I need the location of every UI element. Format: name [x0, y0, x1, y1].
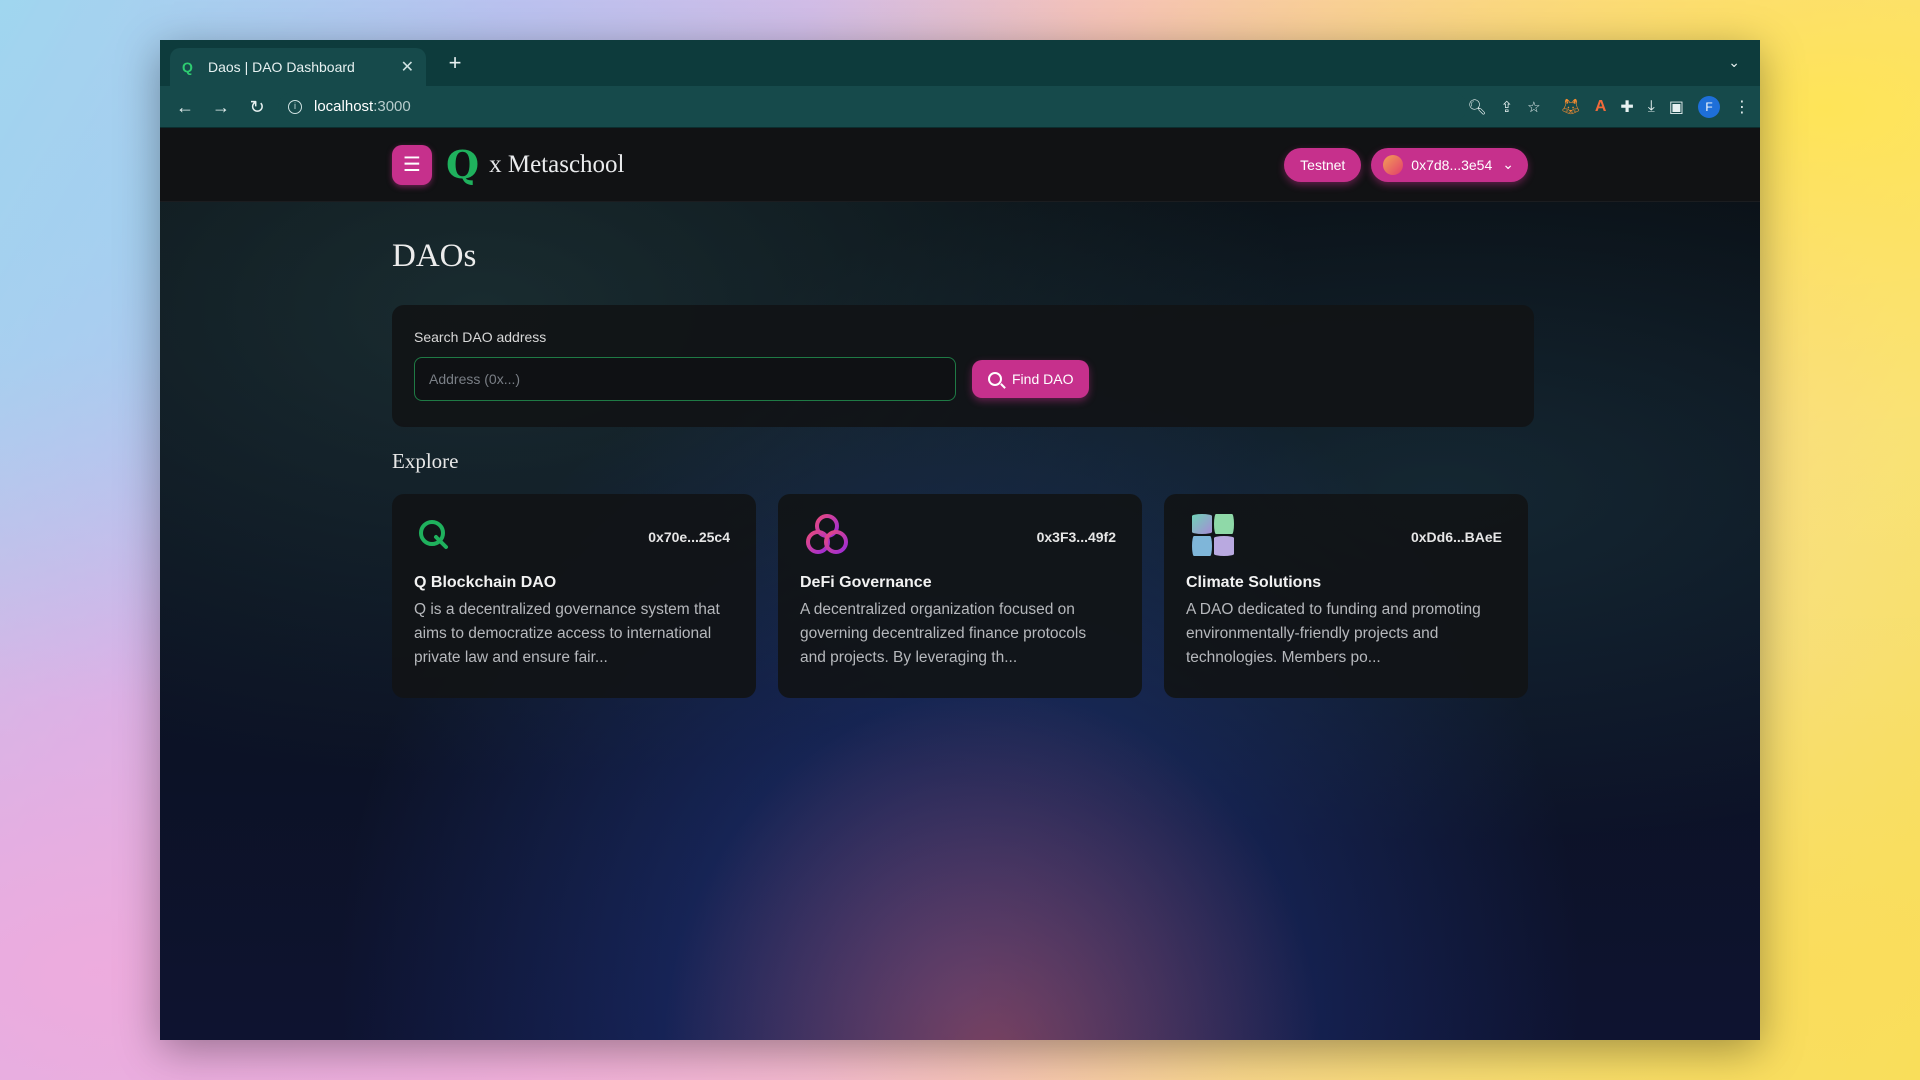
find-dao-label: Find DAO [1012, 371, 1074, 387]
dao-card[interactable]: 0xDd6...BAeE Climate Solutions A DAO ded… [1164, 494, 1528, 698]
dao-address: 0x70e...25c4 [648, 529, 730, 545]
search-card: Search DAO address Find DAO [392, 305, 1534, 427]
address-bar[interactable]: i localhost:3000 [278, 91, 1468, 122]
clover-logo-icon [1186, 508, 1240, 567]
brand-name: x Metaschool [489, 150, 625, 178]
browser-toolbar: ← → ↻ i localhost:3000 🔍︎ ⇪ ☆ 🦊︎ A ✚ ⤓ ▣… [160, 86, 1760, 128]
forward-arrow-icon[interactable]: → [206, 92, 236, 122]
q-logo-icon: Q [446, 141, 480, 187]
search-label: Search DAO address [414, 329, 547, 345]
dao-address: 0x3F3...49f2 [1036, 529, 1116, 545]
browser-window: Q Daos | DAO Dashboard ✕ + ⌄ ← → ↻ i loc… [160, 40, 1760, 1040]
chevron-down-icon: ⌄ [1502, 156, 1514, 172]
new-tab-button[interactable]: + [442, 50, 468, 76]
extension-a-icon[interactable]: A [1595, 98, 1607, 116]
dao-description: Q is a decentralized governance system t… [414, 601, 720, 666]
metamask-fox-icon[interactable]: 🦊︎ [1561, 97, 1581, 117]
wallet-button[interactable]: 0x7d8...3e54 ⌄ [1371, 147, 1528, 182]
app-header: ☰ Q x Metaschool Testnet 0x7d8...3e54 ⌄ [160, 128, 1760, 202]
wallet-address: 0x7d8...3e54 [1411, 156, 1493, 173]
brand[interactable]: Q x Metaschool [446, 141, 625, 187]
dao-card[interactable]: 0x3F3...49f2 DeFi Governance A decentral… [778, 494, 1142, 698]
dao-dashboard-page: ☰ Q x Metaschool Testnet 0x7d8...3e54 ⌄ … [160, 128, 1760, 1040]
network-button[interactable]: Testnet [1284, 147, 1362, 182]
browser-tab[interactable]: Q Daos | DAO Dashboard ✕ [170, 48, 426, 86]
dao-description: A DAO dedicated to funding and promoting… [1186, 601, 1481, 666]
url-port: :3000 [373, 98, 411, 115]
close-tab-icon[interactable]: ✕ [401, 57, 414, 77]
dao-card[interactable]: 0x70e...25c4 Q Blockchain DAO Q is a dec… [392, 494, 756, 698]
tab-title: Daos | DAO Dashboard [208, 59, 355, 75]
dao-name: Q Blockchain DAO [414, 574, 557, 591]
back-arrow-icon[interactable]: ← [170, 92, 200, 122]
dao-name: DeFi Governance [800, 574, 932, 591]
share-icon[interactable]: ⇪ [1500, 98, 1513, 116]
dao-name: Climate Solutions [1186, 574, 1322, 591]
zoom-icon[interactable]: 🔍︎ [1467, 98, 1486, 116]
find-dao-button[interactable]: Find DAO [972, 360, 1090, 398]
extensions-puzzle-icon[interactable]: ✚ [1620, 97, 1633, 117]
search-icon [988, 372, 1002, 386]
side-panel-icon[interactable]: ▣ [1669, 97, 1684, 117]
dao-address: 0xDd6...BAeE [1410, 529, 1502, 545]
download-icon[interactable]: ⤓ [1648, 98, 1655, 116]
dao-card-list: 0x70e...25c4 Q Blockchain DAO Q is a dec… [392, 494, 1528, 698]
page-title: DAOs [392, 238, 477, 274]
site-info-icon[interactable]: i [288, 99, 302, 114]
tab-search-chevron-icon[interactable]: ⌄ [1728, 54, 1740, 71]
tab-strip: Q Daos | DAO Dashboard ✕ + ⌄ [160, 40, 1760, 86]
explore-heading: Explore [392, 449, 459, 473]
main-content: DAOs Search DAO address Find DAO Explore [160, 202, 1760, 698]
dao-address-input[interactable] [414, 357, 956, 401]
favicon-icon: Q [182, 59, 193, 75]
bookmark-star-icon[interactable]: ☆ [1527, 98, 1540, 116]
wallet-avatar-icon [1383, 154, 1404, 175]
trefoil-logo-icon [800, 508, 854, 567]
browser-menu-icon[interactable]: ⋮ [1734, 97, 1750, 117]
hamburger-menu-button[interactable]: ☰ [392, 144, 432, 185]
q-logo-icon [414, 515, 454, 560]
profile-avatar[interactable]: F [1698, 95, 1720, 118]
reload-icon[interactable]: ↻ [242, 92, 272, 122]
dao-description: A decentralized organization focused on … [800, 601, 1087, 666]
url-host: localhost [314, 98, 374, 115]
